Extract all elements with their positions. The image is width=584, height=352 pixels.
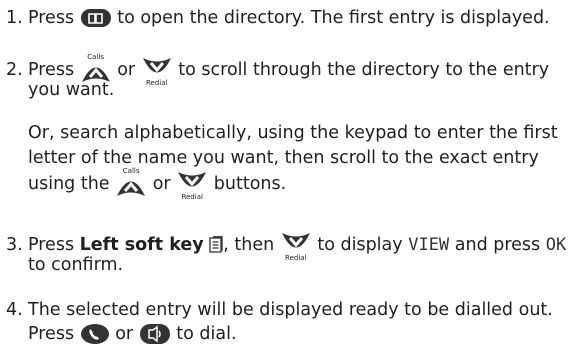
- step-text: to dial.: [176, 324, 237, 344]
- lcd-ok-text: OK: [545, 235, 567, 255]
- redial-down-button-icon: Redial: [176, 169, 208, 201]
- lcd-view-text: VIEW: [408, 235, 450, 255]
- redial-label: Redial: [285, 254, 307, 262]
- step-number: 1.: [6, 8, 23, 28]
- step-text: The selected entry will be displayed rea…: [28, 300, 553, 320]
- calls-label: Calls: [87, 53, 104, 61]
- note-text: buttons.: [213, 174, 287, 194]
- step-2-note-line-1: Or, search alphabetically, using the key…: [28, 123, 558, 143]
- step-2-note-line-2: letter of the name you want, then scroll…: [28, 148, 539, 168]
- step-text: Press: [28, 324, 75, 344]
- step-text: Press: [28, 60, 75, 80]
- note-text: or: [152, 174, 171, 194]
- step-text: to open the directory. The first entry i…: [117, 8, 550, 28]
- redial-down-button-icon: Redial: [141, 55, 173, 87]
- step-text: or: [115, 324, 134, 344]
- step-number: 4.: [6, 300, 23, 320]
- step-text: and press: [454, 235, 541, 255]
- redial-label: Redial: [145, 79, 168, 87]
- handsfree-icon: [139, 323, 171, 345]
- calls-up-button-icon: Calls: [115, 167, 147, 199]
- redial-label: Redial: [181, 193, 203, 201]
- step-2-note-line-3: using the Calls or Redial buttons.: [28, 167, 287, 201]
- step-text: Press: [28, 235, 75, 255]
- step-2-continuation: you want.: [28, 80, 115, 100]
- step-text: or: [117, 60, 136, 80]
- step-number: 3.: [6, 235, 23, 255]
- talk-phone-icon: [80, 323, 110, 345]
- step-1: 1. Press to open the directory. The first…: [6, 7, 550, 30]
- step-number: 2.: [6, 60, 23, 80]
- step-4: 4. The selected entry will be displayed r…: [6, 299, 553, 322]
- step-text: to scroll through the directory to the e…: [178, 60, 550, 80]
- step-4-line-2: Press or to dial.: [28, 323, 237, 346]
- directory-button-icon: [80, 8, 112, 28]
- step-text: Press: [28, 8, 75, 28]
- left-soft-key-label: Left soft key: [79, 235, 204, 255]
- calls-label: Calls: [122, 167, 140, 175]
- step-3-continuation: to confirm.: [28, 255, 124, 275]
- menu-icon: [209, 236, 223, 254]
- step-text: , then: [223, 235, 275, 255]
- note-text: using the: [28, 174, 110, 194]
- step-text: to display: [317, 235, 403, 255]
- redial-down-button-icon: Redial: [280, 230, 312, 262]
